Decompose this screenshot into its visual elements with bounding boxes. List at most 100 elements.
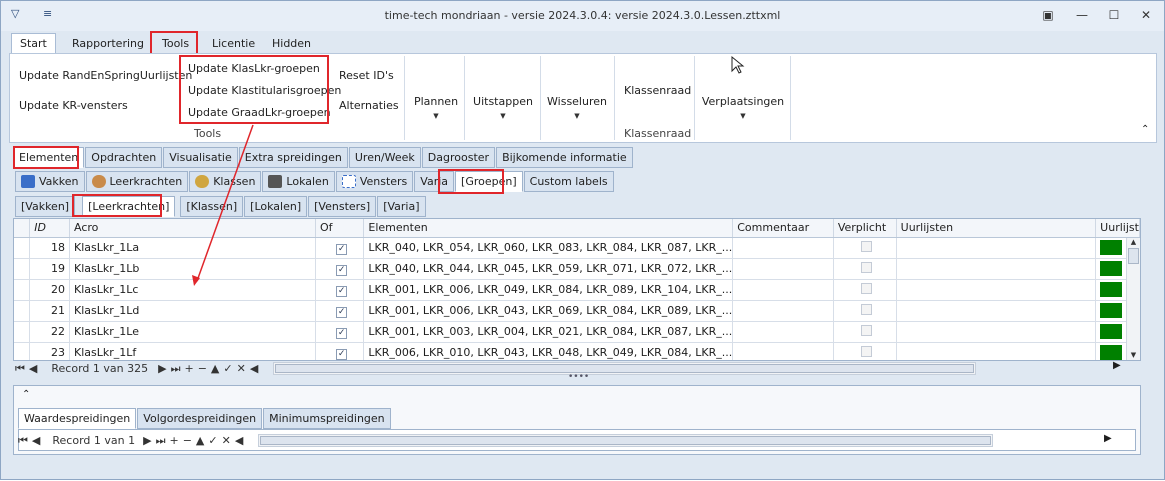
cell-of[interactable]: ✓: [315, 300, 365, 322]
column-header-uurlijsten[interactable]: Uurlijsten: [896, 219, 1097, 238]
column-header-of[interactable]: Of: [315, 219, 365, 238]
grid-vertical-scrollbar[interactable]: ▲ ▼: [1126, 238, 1140, 360]
cell-of[interactable]: ✓: [315, 237, 365, 259]
move-up-icon[interactable]: ▲: [196, 434, 204, 447]
column-header-acro[interactable]: Acro: [69, 219, 316, 238]
cell-verplicht[interactable]: [833, 321, 897, 343]
tab-volgordespreidingen[interactable]: Volgordespreidingen: [137, 408, 263, 429]
remove-record-icon[interactable]: −: [198, 362, 207, 375]
cell-id[interactable]: 18: [29, 237, 70, 259]
checkbox-of[interactable]: ✓: [336, 243, 348, 255]
tab-visualisatie[interactable]: Visualisatie: [163, 147, 238, 168]
update-randen-button[interactable]: Update RandEnSpringUurlijsten: [19, 69, 192, 82]
update-klaslkr-button[interactable]: Update KlasLkr-groepen: [188, 62, 320, 75]
ribbon-tab-rapportering[interactable]: Rapportering: [63, 33, 153, 54]
column-header-id[interactable]: ID: [29, 219, 70, 238]
cell-verplicht[interactable]: [833, 258, 897, 280]
table-row[interactable]: 20 KlasLkr_1Lc ✓ LKR_001, LKR_006, LKR_049,…: [14, 279, 1140, 301]
checkbox-of[interactable]: ✓: [336, 285, 348, 297]
tab-group-vakken[interactable]: [Vakken]: [15, 196, 76, 217]
last-record-icon[interactable]: ⏭: [156, 434, 166, 448]
minimize-button[interactable]: —: [1071, 6, 1093, 24]
save-record-icon[interactable]: ✓: [223, 362, 232, 375]
reset-ids-button[interactable]: Reset ID's: [339, 69, 394, 82]
column-header-uurlijst[interactable]: Uurlijst: [1095, 219, 1140, 238]
checkbox-verplicht[interactable]: [861, 303, 873, 315]
tab-group-klassen[interactable]: [Klassen]: [180, 196, 244, 217]
tab-group-vensters[interactable]: [Vensters]: [308, 196, 377, 217]
scroll-left-icon[interactable]: ◀: [250, 362, 258, 375]
next-record-icon[interactable]: ▶: [158, 362, 166, 375]
tab-dagrooster[interactable]: Dagrooster: [421, 147, 496, 168]
ribbon-tab-tools[interactable]: Tools: [153, 33, 198, 54]
hscroll-thumb[interactable]: [260, 436, 991, 445]
update-kr-button[interactable]: Update KR-vensters: [19, 99, 128, 112]
hscroll-thumb[interactable]: [275, 364, 974, 373]
tab-custom-labels[interactable]: Custom labels: [523, 171, 614, 192]
tab-groepen[interactable]: [Groepen]: [455, 171, 523, 192]
tab-elementen[interactable]: Elementen: [13, 147, 85, 168]
grid-horizontal-scrollbar[interactable]: [273, 362, 976, 375]
cancel-record-icon[interactable]: ✕: [222, 434, 231, 447]
checkbox-of[interactable]: ✓: [336, 327, 348, 339]
cell-of[interactable]: ✓: [315, 342, 365, 360]
collapse-panel-icon[interactable]: ⌃: [22, 389, 30, 400]
cell-uurlijsten[interactable]: [896, 321, 1097, 343]
update-graadlkr-button[interactable]: Update GraadLkr-groepen: [188, 106, 331, 119]
cell-verplicht[interactable]: [833, 279, 897, 301]
bottom-horizontal-scrollbar[interactable]: [258, 434, 993, 447]
scroll-right-icon[interactable]: ▶: [1104, 433, 1112, 444]
ribbon-tab-licentie[interactable]: Licentie: [203, 33, 264, 54]
scroll-thumb[interactable]: [1128, 248, 1139, 264]
tab-uren-week[interactable]: Uren/Week: [348, 147, 421, 168]
cell-id[interactable]: 20: [29, 279, 70, 301]
save-record-icon[interactable]: ✓: [208, 434, 217, 447]
add-record-icon[interactable]: +: [169, 434, 178, 447]
cell-commentaar[interactable]: [732, 237, 834, 259]
cell-acro[interactable]: KlasLkr_1Le: [69, 321, 316, 343]
cell-id[interactable]: 19: [29, 258, 70, 280]
tab-leerkrachten[interactable]: Leerkrachten: [85, 171, 189, 192]
cell-commentaar[interactable]: [732, 321, 834, 343]
tab-group-lokalen[interactable]: [Lokalen]: [244, 196, 308, 217]
checkbox-verplicht[interactable]: [861, 345, 873, 357]
plannen-dropdown[interactable]: Plannen ▼: [408, 95, 464, 120]
scroll-up-icon[interactable]: ▲: [1127, 238, 1140, 246]
first-record-icon[interactable]: ⏮: [15, 362, 25, 376]
table-row[interactable]: 19 KlasLkr_1Lb ✓ LKR_040, LKR_044, LKR_045,…: [14, 258, 1140, 280]
checkbox-of[interactable]: ✓: [336, 348, 348, 360]
table-row[interactable]: 21 KlasLkr_1Ld ✓ LKR_001, LKR_006, LKR_043,…: [14, 300, 1140, 322]
tab-group-varia[interactable]: [Varia]: [377, 196, 426, 217]
checkbox-verplicht[interactable]: [861, 324, 873, 336]
tab-minimumspreidingen[interactable]: Minimumspreidingen: [263, 408, 391, 429]
column-header-commentaar[interactable]: Commentaar: [732, 219, 834, 238]
cell-uurlijsten[interactable]: [896, 342, 1097, 360]
tab-opdrachten[interactable]: Opdrachten: [85, 147, 163, 168]
scroll-left-icon[interactable]: ◀: [235, 434, 243, 447]
cell-verplicht[interactable]: [833, 342, 897, 360]
tab-waardespreidingen[interactable]: Waardespreidingen: [18, 408, 137, 429]
cell-elementen[interactable]: LKR_001, LKR_003, LKR_004, LKR_021, LKR_…: [363, 321, 734, 343]
table-row[interactable]: 23 KlasLkr_1Lf ✓ LKR_006, LKR_010, LKR_043,…: [14, 342, 1140, 360]
cell-uurlijsten[interactable]: [896, 300, 1097, 322]
tab-bijkomende-informatie[interactable]: Bijkomende informatie: [496, 147, 633, 168]
tab-varia[interactable]: Varia: [414, 171, 455, 192]
tab-vakken[interactable]: Vakken: [15, 171, 85, 192]
move-up-icon[interactable]: ▲: [211, 362, 219, 375]
splitter-grip-icon[interactable]: ••••: [568, 372, 589, 382]
column-header-elementen[interactable]: Elementen: [363, 219, 734, 238]
add-record-icon[interactable]: +: [184, 362, 193, 375]
cell-of[interactable]: ✓: [315, 258, 365, 280]
tab-group-leerkrachten[interactable]: [Leerkrachten]: [82, 196, 176, 217]
table-row[interactable]: 22 KlasLkr_1Le ✓ LKR_001, LKR_003, LKR_004,…: [14, 321, 1140, 343]
cell-elementen[interactable]: LKR_001, LKR_006, LKR_043, LKR_069, LKR_…: [363, 300, 734, 322]
cell-elementen[interactable]: LKR_001, LKR_006, LKR_049, LKR_084, LKR_…: [363, 279, 734, 301]
cell-acro[interactable]: KlasLkr_1Ld: [69, 300, 316, 322]
cell-id[interactable]: 21: [29, 300, 70, 322]
scroll-right-icon[interactable]: ▶: [1113, 360, 1121, 371]
cell-uurlijsten[interactable]: [896, 279, 1097, 301]
first-record-icon[interactable]: ⏮: [18, 434, 28, 448]
checkbox-verplicht[interactable]: [861, 282, 873, 294]
scroll-down-icon[interactable]: ▼: [1127, 351, 1140, 359]
tab-vensters[interactable]: Vensters: [335, 171, 414, 192]
